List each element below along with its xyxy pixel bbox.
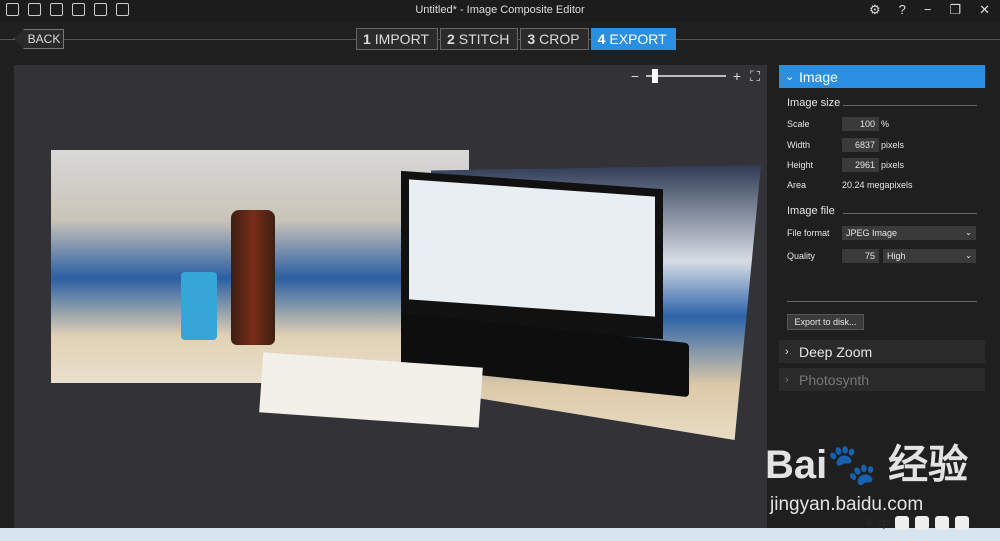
- ime-icon[interactable]: S: [865, 516, 872, 532]
- section-title: Photosynth: [799, 371, 870, 388]
- quality-level-value: High: [887, 251, 906, 261]
- baidu-watermark: Bai🐾 经验 jingyan.baidu.com: [765, 432, 1000, 522]
- step-number: 3: [527, 31, 536, 47]
- section-title: Image: [799, 68, 838, 85]
- tray-icon[interactable]: [915, 516, 930, 530]
- tray-icon[interactable]: [955, 516, 970, 530]
- chevron-right-icon: ›: [785, 373, 789, 386]
- zoom-out-button[interactable]: −: [628, 69, 642, 83]
- zoom-controls: − + ⛶: [628, 68, 764, 84]
- fit-to-window-icon[interactable]: ⛶: [748, 69, 762, 83]
- help-icon[interactable]: ?: [899, 2, 906, 18]
- height-input[interactable]: 2961: [842, 158, 879, 172]
- section-title: Deep Zoom: [799, 343, 873, 360]
- chevron-down-icon: ⌄: [965, 228, 972, 237]
- scale-unit: %: [881, 119, 890, 129]
- step-number: 2: [447, 31, 455, 47]
- monitor-screen: [409, 179, 655, 317]
- bottle-in-photo: [231, 210, 275, 345]
- watermark-url: jingyan.baidu.com: [770, 494, 924, 515]
- step-number: 1: [363, 31, 371, 47]
- image-size-title: Image size: [787, 97, 841, 109]
- system-tray: S 中: [865, 516, 970, 532]
- step-label: STITCH: [458, 31, 510, 47]
- zoom-in-button[interactable]: +: [730, 69, 744, 83]
- back-button[interactable]: BACK: [14, 29, 64, 49]
- chevron-down-icon: ⌄: [965, 251, 972, 260]
- settings-icon[interactable]: ⚙: [869, 2, 881, 18]
- window-title: Untitled* - Image Composite Editor: [415, 4, 585, 16]
- step-label: IMPORT: [374, 31, 429, 47]
- monitor-in-photo: [401, 170, 663, 340]
- close-button[interactable]: ✕: [979, 2, 990, 18]
- title-bar: Untitled* - Image Composite Editor ⚙ ? −…: [0, 0, 1000, 22]
- scale-input[interactable]: 100: [842, 117, 879, 131]
- width-input[interactable]: 6837: [842, 138, 879, 152]
- step-import[interactable]: 1 IMPORT: [356, 28, 438, 50]
- minimize-button[interactable]: −: [924, 2, 932, 18]
- step-stitch[interactable]: 2 STITCH: [440, 28, 519, 50]
- area-label: Area: [787, 180, 807, 190]
- file-format-value: JPEG Image: [846, 228, 898, 238]
- cup-in-photo: [181, 272, 217, 340]
- area-value: 20.24 megapixels: [842, 180, 913, 190]
- width-label: Width: [787, 140, 811, 150]
- step-crop[interactable]: 3 CROP: [520, 28, 589, 50]
- taskbar: [0, 528, 1000, 541]
- file-format-select[interactable]: JPEG Image ⌄: [842, 226, 976, 240]
- step-bar: BACK 1 IMPORT 2 STITCH 3 CROP 4 EXPORT: [0, 22, 1000, 58]
- height-label: Height: [787, 160, 814, 170]
- chevron-down-icon: ⌄: [785, 71, 795, 83]
- export-to-disk-button[interactable]: Export to disk...: [787, 314, 864, 330]
- divider: [787, 301, 977, 302]
- divider: [843, 105, 977, 106]
- divider: [843, 213, 977, 214]
- quality-input[interactable]: 75: [842, 249, 879, 263]
- step-tabs: 1 IMPORT 2 STITCH 3 CROP 4 EXPORT: [356, 28, 676, 50]
- deep-zoom-section-header[interactable]: › Deep Zoom: [779, 340, 985, 363]
- width-unit: pixels: [881, 140, 905, 150]
- restore-button[interactable]: ❐: [949, 2, 961, 18]
- tray-icon[interactable]: [895, 516, 910, 530]
- quality-select[interactable]: High ⌄: [883, 249, 976, 263]
- zoom-slider[interactable]: [646, 69, 726, 83]
- scale-label: Scale: [787, 119, 810, 129]
- image-section-header[interactable]: ⌄ Image: [779, 65, 985, 88]
- language-indicator[interactable]: 中: [878, 516, 889, 532]
- chevron-right-icon: ›: [785, 345, 789, 358]
- zoom-slider-thumb[interactable]: [652, 69, 659, 83]
- image-file-title: Image file: [787, 205, 835, 217]
- window-controls: ⚙ ? − ❐ ✕: [869, 2, 990, 18]
- step-label: EXPORT: [609, 31, 667, 47]
- step-export[interactable]: 4 EXPORT: [590, 28, 676, 50]
- step-number: 4: [597, 31, 606, 47]
- quality-label: Quality: [787, 251, 816, 261]
- file-format-label: File format: [787, 228, 830, 238]
- step-label: CROP: [539, 31, 580, 47]
- keyboard-icon[interactable]: [935, 516, 950, 530]
- photosynth-section-header: › Photosynth: [779, 368, 985, 391]
- height-unit: pixels: [881, 160, 905, 170]
- watermark-logo-text: Bai🐾 经验: [765, 443, 969, 487]
